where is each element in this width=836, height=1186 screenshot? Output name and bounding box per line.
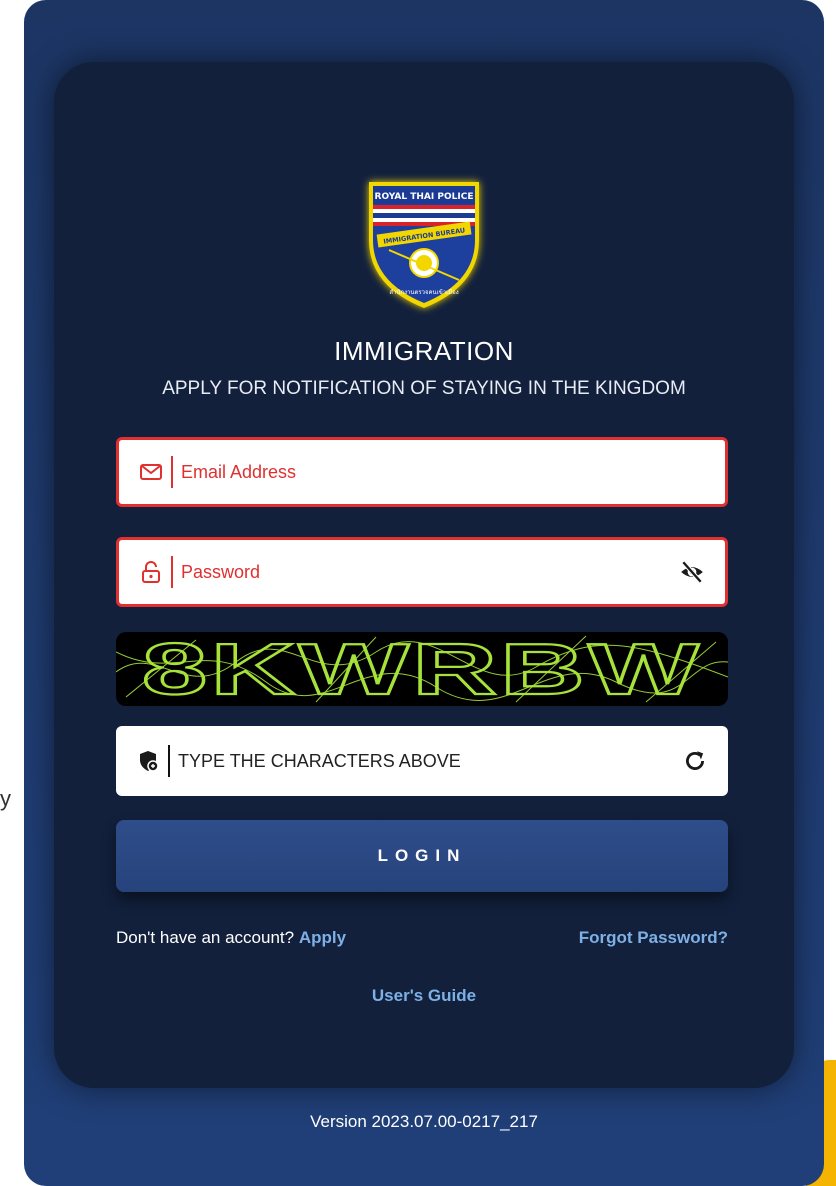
captcha-field[interactable] (116, 726, 728, 796)
email-separator (171, 456, 173, 488)
users-guide-link[interactable]: User's Guide (54, 986, 794, 1006)
page-title: IMMIGRATION (334, 336, 514, 366)
no-account-prompt: Don't have an account? Apply (116, 928, 346, 948)
login-button[interactable]: LOGIN (116, 820, 728, 892)
captcha-text: 8KWRBW (142, 632, 702, 706)
captcha-separator (168, 745, 170, 777)
version-label: Version 2023.07.00-0217_217 (310, 1112, 538, 1131)
email-input[interactable] (181, 440, 651, 504)
shield-icon (140, 751, 159, 772)
refresh-icon[interactable] (682, 748, 708, 774)
no-account-text: Don't have an account? (116, 928, 295, 947)
password-separator (171, 556, 173, 588)
login-panel: ROYAL THAI POLICE IMMIGRATION BUREAU สำน… (24, 0, 824, 1186)
email-field[interactable] (116, 437, 728, 507)
captcha-image: 8KWRBW (116, 632, 728, 706)
eye-slash-icon[interactable] (679, 559, 705, 585)
mail-icon (140, 464, 162, 480)
logo-bottom-text: สำนักงานตรวจคนเข้าเมือง (389, 288, 458, 296)
forgot-password-link[interactable]: Forgot Password? (579, 928, 728, 948)
captcha-input[interactable] (178, 726, 648, 796)
page-subtitle: APPLY FOR NOTIFICATION OF STAYING IN THE… (162, 378, 686, 399)
login-card: ROYAL THAI POLICE IMMIGRATION BUREAU สำน… (54, 62, 794, 1088)
password-field[interactable] (116, 537, 728, 607)
immigration-bureau-badge-logo: ROYAL THAI POLICE IMMIGRATION BUREAU สำน… (369, 182, 479, 308)
lock-icon (142, 561, 160, 583)
password-input[interactable] (181, 540, 651, 604)
logo-top-text: ROYAL THAI POLICE (375, 192, 474, 202)
apply-link[interactable]: Apply (299, 928, 346, 947)
stray-character: y (0, 786, 11, 811)
